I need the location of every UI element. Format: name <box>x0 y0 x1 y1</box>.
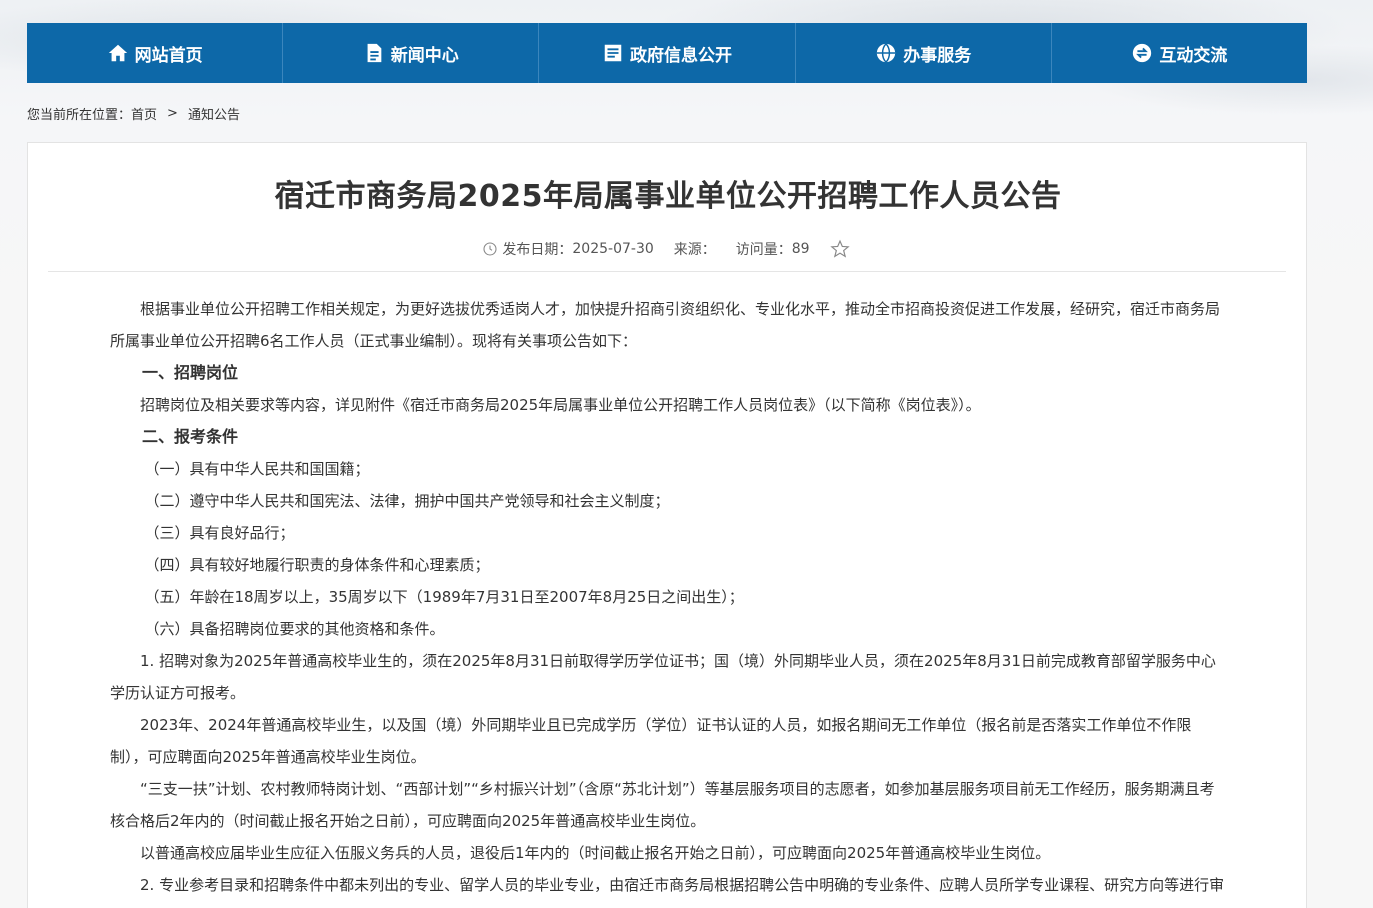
list-item: （二）遵守中华人民共和国宪法、法律，拥护中国共产党领导和社会主义制度； <box>144 492 670 510</box>
visits-label: 访问量： <box>735 242 792 258</box>
paragraph: 根据事业单位公开招聘工作相关规定，为更好选拔优秀适岗人才，加快提升招商引资组织化… <box>110 300 1221 350</box>
date-value: 2025-07-30 <box>572 241 654 257</box>
exchange-icon <box>1133 43 1152 63</box>
list-item: （一）具有中华人民共和国国籍； <box>144 460 370 478</box>
nav-label: 网站首页 <box>134 45 203 66</box>
breadcrumb-prefix: 您当前所在位置： <box>27 108 132 123</box>
visit-count: 访问量： 89 <box>736 239 810 259</box>
nav-label: 办事服务 <box>903 45 972 66</box>
home-icon <box>108 44 127 62</box>
nav-item-news[interactable]: 新闻中心 <box>283 23 540 83</box>
article-title: 宿迁市商务局2025年局属事业单位公开招聘工作人员公告 <box>274 179 1062 214</box>
paragraph: 招聘岗位及相关要求等内容，详见附件《宿迁市商务局2025年局属事业单位公开招聘工… <box>140 396 981 414</box>
breadcrumb-current-link[interactable]: 通知公告 <box>188 104 240 123</box>
favorite-button[interactable] <box>829 239 854 259</box>
nav-label: 政府信息公开 <box>630 45 732 66</box>
nav-item-services[interactable]: 办事服务 <box>796 23 1052 83</box>
paragraph: “三支一扶”计划、农村教师特岗计划、“西部计划”“乡村振兴计划”（含原“苏北计划… <box>110 780 1215 830</box>
article-content: 根据事业单位公开招聘工作相关规定，为更好选拔优秀适岗人才，加快提升招商引资组织化… <box>110 293 1226 908</box>
source: 来源： <box>674 239 716 259</box>
paragraph: 2. 专业参考目录和招聘条件中都未列出的专业、留学人员的毕业专业，由宿迁市商务局… <box>140 876 1225 894</box>
breadcrumb-separator: > <box>167 106 178 121</box>
globe-icon <box>877 43 896 63</box>
list-item: （四）具有较好地履行职责的身体条件和心理素质； <box>144 556 490 574</box>
list-item: （三）具有良好品行； <box>144 524 295 542</box>
source-label: 来源： <box>673 242 716 258</box>
paragraph: 以普通高校应届毕业生应征入伍服义务兵的人员，退役后1年内的（时间截止报名开始之日… <box>140 844 1051 862</box>
nav-label: 互动交流 <box>1159 45 1228 66</box>
nav-item-interaction[interactable]: 互动交流 <box>1052 23 1307 83</box>
list-item: （五）年龄在18周岁以上，35周岁以下（1989年7月31日至2007年8月25… <box>144 588 744 606</box>
paragraph: 2023年、2024年普通高校毕业生，以及国（境）外同期毕业且已完成学历（学位）… <box>110 716 1192 766</box>
star-icon <box>829 239 850 258</box>
main-nav: 网站首页 新闻中心 政府信息公开 办事服务 互动交流 <box>27 23 1307 83</box>
section-heading: 二、报考条件 <box>142 427 239 446</box>
nav-label: 新闻中心 <box>390 45 459 66</box>
breadcrumb-home-link[interactable]: 首页 <box>131 104 157 123</box>
nav-item-home[interactable]: 网站首页 <box>27 23 284 83</box>
date-label: 发布日期： <box>502 242 573 258</box>
paragraph: 1. 招聘对象为2025年普通高校毕业生的，须在2025年8月31日前取得学历学… <box>110 652 1216 702</box>
article-card: 宿迁市商务局2025年局属事业单位公开招聘工作人员公告 发布日期： 2025-0… <box>27 142 1307 908</box>
publish-date: 发布日期： 2025-07-30 <box>482 239 654 259</box>
nav-item-gov-info[interactable]: 政府信息公开 <box>539 23 796 83</box>
clock-icon <box>483 242 497 256</box>
document-icon <box>367 43 382 63</box>
list-icon <box>604 44 622 62</box>
divider <box>48 271 1286 272</box>
visits-value: 89 <box>791 241 810 257</box>
section-heading: 一、招聘岗位 <box>142 363 239 382</box>
article-meta: 发布日期： 2025-07-30 来源： 访问量： 89 <box>28 239 1308 259</box>
list-item: （六）具备招聘岗位要求的其他资格和条件。 <box>144 620 445 638</box>
breadcrumb: 您当前所在位置： 首页 > 通知公告 <box>27 104 240 123</box>
